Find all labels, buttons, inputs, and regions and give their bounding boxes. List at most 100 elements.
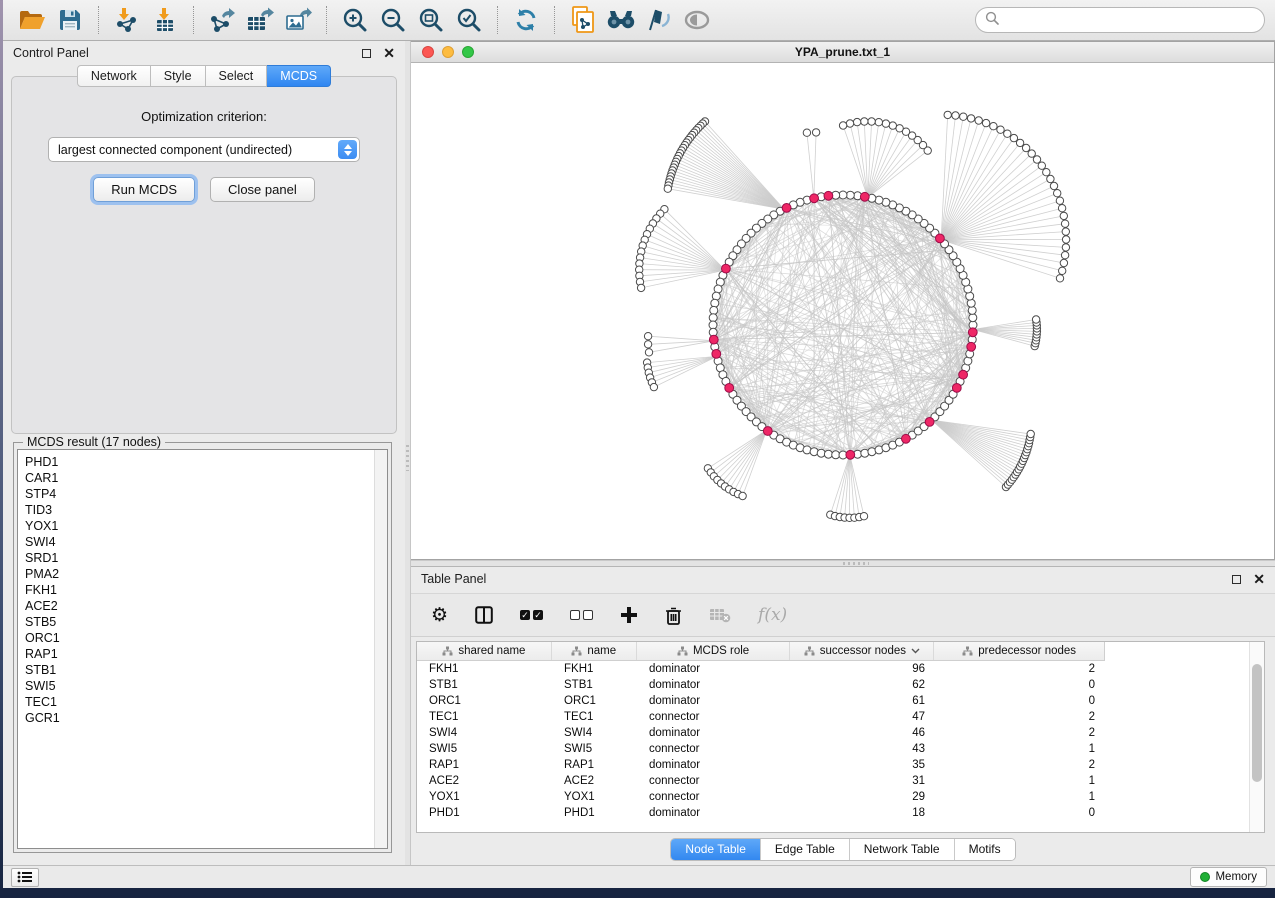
close-table-panel-icon[interactable]: ✕ (1253, 574, 1265, 584)
mcds-result-item[interactable]: YOX1 (25, 518, 387, 534)
node-table-header: shared namenameMCDS rolesuccessor nodesp… (417, 642, 1105, 661)
mcds-result-item[interactable]: STB1 (25, 662, 387, 678)
delete-column-icon[interactable] (665, 606, 682, 625)
network-window-titlebar[interactable]: YPA_prune.txt_1 (411, 42, 1274, 63)
network-search-box[interactable] (975, 7, 1265, 33)
table-toolbar: ⚙ ✓✓ f(x) (411, 593, 1275, 637)
table-cell: PHD1 (552, 807, 637, 819)
mcds-result-list[interactable]: PHD1CAR1STP4TID3YOX1SWI4SRD1PMA2FKH1ACE2… (17, 449, 388, 849)
table-row[interactable]: FKH1FKH1dominator962 (417, 661, 1264, 677)
float-table-panel-icon[interactable] (1232, 575, 1241, 584)
float-panel-icon[interactable] (362, 49, 371, 58)
table-row[interactable]: YOX1YOX1connector291 (417, 789, 1264, 805)
mcds-result-item[interactable]: FKH1 (25, 582, 387, 598)
table-row[interactable]: ACE2ACE2connector311 (417, 773, 1264, 789)
column-header-name[interactable]: name (552, 642, 637, 660)
mcds-list-scrollbar[interactable] (374, 450, 387, 848)
column-header-predecessor-nodes[interactable]: predecessor nodes (934, 642, 1104, 660)
table-row[interactable]: SWI4SWI4dominator462 (417, 725, 1264, 741)
memory-status-icon (1200, 872, 1210, 882)
close-panel-button[interactable]: Close panel (210, 177, 315, 202)
run-mcds-button[interactable]: Run MCDS (93, 177, 195, 202)
close-panel-icon[interactable]: ✕ (383, 48, 395, 58)
mcds-result-group: MCDS result (17 nodes) PHD1CAR1STP4TID3Y… (13, 442, 392, 853)
window-close-icon[interactable] (422, 46, 434, 58)
mcds-result-item[interactable]: RAP1 (25, 646, 387, 662)
column-header-shared-name[interactable]: shared name (417, 642, 552, 660)
mcds-result-item[interactable]: ACE2 (25, 598, 387, 614)
network-canvas[interactable] (411, 63, 1274, 559)
mcds-result-item[interactable]: CAR1 (25, 470, 387, 486)
tab-network[interactable]: Network (77, 65, 151, 87)
mcds-result-item[interactable]: ORC1 (25, 630, 387, 646)
memory-button[interactable]: Memory (1190, 867, 1267, 887)
toggle-graphics-icon[interactable] (640, 4, 678, 36)
show-all-columns-icon[interactable]: ✓✓ (520, 610, 543, 620)
table-row[interactable]: STB1STB1dominator620 (417, 677, 1264, 693)
find-icon[interactable] (602, 4, 640, 36)
tab-edge-table[interactable]: Edge Table (761, 839, 850, 860)
clone-network-icon[interactable] (564, 4, 602, 36)
hide-all-columns-icon[interactable] (570, 610, 593, 620)
table-row[interactable]: SWI5SWI5connector431 (417, 741, 1264, 757)
table-settings-icon[interactable]: ⚙ (431, 606, 448, 625)
status-bar: Memory (3, 865, 1275, 888)
export-image-icon[interactable] (279, 4, 317, 36)
mcds-result-item[interactable]: STB5 (25, 614, 387, 630)
mcds-result-item[interactable]: STP4 (25, 486, 387, 502)
table-cell: 61 (791, 695, 935, 707)
tab-mcds[interactable]: MCDS (267, 65, 331, 87)
add-column-icon[interactable] (620, 606, 638, 624)
table-cell: dominator (637, 663, 791, 675)
mcds-result-item[interactable]: PMA2 (25, 566, 387, 582)
search-input[interactable] (1005, 13, 1255, 27)
zoom-in-icon[interactable] (336, 4, 374, 36)
table-row[interactable]: PHD1PHD1dominator180 (417, 805, 1264, 821)
tab-network-table[interactable]: Network Table (850, 839, 955, 860)
table-scrollbar[interactable] (1249, 642, 1264, 832)
horizontal-splitter[interactable] (411, 560, 1275, 566)
table-row[interactable]: ORC1ORC1dominator610 (417, 693, 1264, 709)
column-header-successor-nodes[interactable]: successor nodes (790, 642, 934, 660)
mcds-result-item[interactable]: TEC1 (25, 694, 387, 710)
zoom-fit-icon[interactable] (412, 4, 450, 36)
table-row[interactable]: RAP1RAP1dominator352 (417, 757, 1264, 773)
export-table-icon[interactable] (241, 4, 279, 36)
table-cell: dominator (637, 679, 791, 691)
table-cell: dominator (637, 807, 791, 819)
zoom-selected-icon[interactable] (450, 4, 488, 36)
tab-style[interactable]: Style (151, 65, 206, 87)
mcds-result-item[interactable]: TID3 (25, 502, 387, 518)
toolbar-separator (326, 6, 327, 34)
tab-select[interactable]: Select (206, 65, 268, 87)
refresh-layout-icon[interactable] (507, 4, 545, 36)
import-table-icon[interactable] (146, 4, 184, 36)
optimization-criterion-select[interactable]: largest connected component (undirected) (48, 137, 360, 162)
mcds-result-item[interactable]: GCR1 (25, 710, 387, 726)
mcds-result-item[interactable]: SWI4 (25, 534, 387, 550)
table-scrollbar-thumb[interactable] (1252, 664, 1262, 782)
column-header-MCDS-role[interactable]: MCDS role (637, 642, 791, 660)
window-maximize-icon[interactable] (462, 46, 474, 58)
show-hide-icon[interactable] (678, 4, 716, 36)
open-file-icon[interactable] (13, 4, 51, 36)
mcds-result-item[interactable]: SRD1 (25, 550, 387, 566)
tab-motifs[interactable]: Motifs (955, 839, 1015, 860)
table-cell: connector (637, 791, 791, 803)
task-history-button[interactable] (11, 868, 39, 887)
window-minimize-icon[interactable] (442, 46, 454, 58)
table-cell: ACE2 (552, 775, 637, 787)
table-cell: YOX1 (552, 791, 637, 803)
table-cell: ACE2 (417, 775, 552, 787)
mcds-result-item[interactable]: SWI5 (25, 678, 387, 694)
export-network-icon[interactable] (203, 4, 241, 36)
split-panel-icon[interactable] (475, 606, 493, 624)
mcds-result-item[interactable]: PHD1 (25, 454, 387, 470)
save-session-icon[interactable] (51, 4, 89, 36)
table-row[interactable]: TEC1TEC1connector472 (417, 709, 1264, 725)
tab-node-table[interactable]: Node Table (671, 839, 761, 860)
table-cell: RAP1 (552, 759, 637, 771)
zoom-out-icon[interactable] (374, 4, 412, 36)
import-network-icon[interactable] (108, 4, 146, 36)
table-cell: 47 (791, 711, 935, 723)
